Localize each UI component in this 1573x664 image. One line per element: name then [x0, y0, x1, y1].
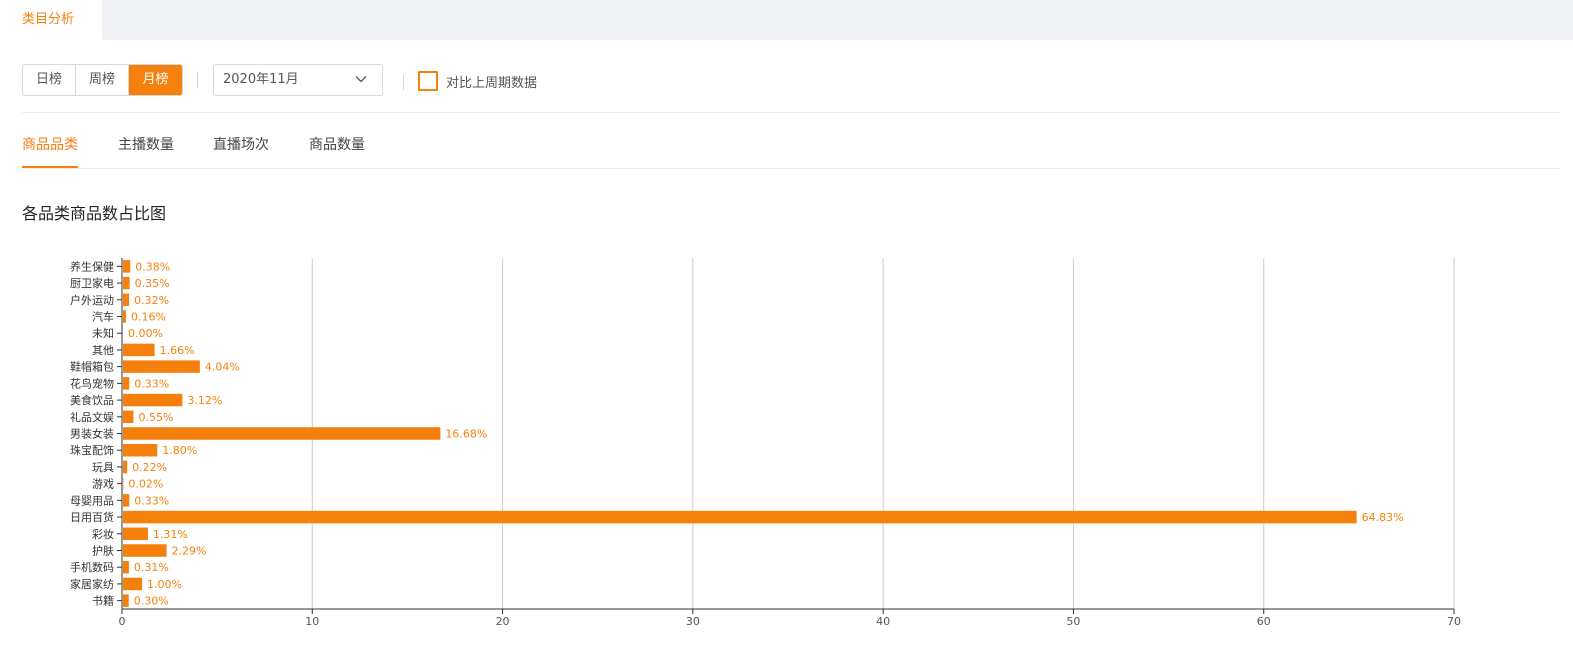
x-tick-label: 70	[1447, 615, 1461, 628]
category-label: 户外运动	[70, 293, 114, 307]
bar	[123, 460, 128, 474]
tab-anchor-count[interactable]: 主播数量	[118, 134, 174, 154]
category-label: 未知	[92, 326, 114, 340]
x-tick-label: 30	[686, 615, 700, 628]
value-label: 0.00%	[128, 327, 163, 340]
bar	[123, 510, 1357, 524]
category-label: 美食饮品	[70, 393, 114, 407]
bar	[123, 393, 183, 407]
bar	[123, 443, 158, 457]
value-label: 0.32%	[134, 294, 169, 307]
monthly-rank-button[interactable]: 月榜	[129, 65, 182, 95]
bar	[123, 310, 127, 323]
value-label: 0.38%	[135, 260, 170, 273]
daily-rank-button[interactable]: 日榜	[23, 65, 76, 95]
value-label: 64.83%	[1362, 511, 1404, 524]
category-label: 书籍	[92, 594, 114, 608]
divider	[22, 168, 1560, 169]
bar	[123, 594, 129, 607]
weekly-rank-button[interactable]: 周榜	[76, 65, 129, 95]
value-label: 2.29%	[172, 545, 207, 558]
x-tick-label: 60	[1257, 615, 1271, 628]
bar	[123, 343, 155, 357]
bar	[123, 544, 167, 557]
value-label: 1.80%	[162, 444, 197, 457]
value-label: 0.35%	[135, 277, 170, 290]
bar	[123, 494, 130, 507]
tab-product-category[interactable]: 商品品类	[22, 134, 78, 154]
bar	[123, 276, 130, 290]
bar	[123, 260, 131, 273]
value-label: 0.30%	[134, 595, 169, 608]
value-label: 0.22%	[132, 461, 167, 474]
bar	[123, 360, 200, 373]
value-label: 3.12%	[187, 394, 222, 407]
x-tick-label: 50	[1066, 615, 1080, 628]
x-tick-label: 0	[119, 615, 126, 628]
bar	[123, 377, 130, 390]
value-label: 0.33%	[134, 377, 169, 390]
bar	[123, 527, 148, 541]
chevron-down-icon	[355, 76, 367, 83]
divider	[22, 112, 1560, 113]
value-label: 16.68%	[445, 428, 487, 441]
tab-live-sessions[interactable]: 直播场次	[213, 134, 269, 154]
category-share-bar-chart: 0 10 20 30 40 50 60 70 养生保健 0.38% 厨卫家电 0.35% 户外运动 0.3…	[70, 258, 1461, 628]
chart-title: 各品类商品数占比图	[22, 204, 167, 223]
category-label: 玩具	[92, 461, 114, 474]
bar	[123, 293, 130, 307]
x-tick-label: 40	[876, 615, 890, 628]
bar	[123, 560, 129, 574]
category-label: 护肤	[92, 544, 114, 558]
category-label: 彩妆	[92, 528, 114, 541]
value-label: 1.66%	[160, 344, 195, 357]
value-label: 0.33%	[134, 494, 169, 507]
category-label: 花鸟宠物	[70, 376, 114, 390]
month-select[interactable]: 2020年11月	[213, 64, 383, 96]
value-label: 4.04%	[205, 361, 240, 374]
bar	[123, 427, 441, 440]
value-label: 0.16%	[131, 311, 166, 324]
compare-checkbox[interactable]	[418, 71, 438, 91]
bar	[123, 577, 143, 591]
tab-product-count[interactable]: 商品数量	[309, 134, 365, 154]
x-tick-label: 20	[496, 615, 510, 628]
category-label: 手机数码	[70, 560, 114, 574]
category-label: 养生保健	[70, 259, 114, 273]
value-label: 0.02%	[128, 478, 163, 491]
top-tab-bar: 类目分析	[0, 0, 1573, 40]
category-label: 汽车	[92, 310, 114, 324]
value-label: 1.00%	[147, 578, 182, 591]
category-label: 珠宝配饰	[70, 443, 114, 457]
category-label: 游戏	[92, 478, 114, 491]
bar	[123, 410, 134, 424]
value-label: 1.31%	[153, 528, 188, 541]
period-toggle: 日榜 周榜 月榜	[22, 64, 183, 96]
tab-category-analysis[interactable]: 类目分析	[0, 0, 102, 40]
category-label: 其他	[92, 344, 114, 357]
divider	[197, 72, 198, 88]
compare-label: 对比上周期数据	[446, 75, 538, 91]
category-label: 厨卫家电	[70, 276, 114, 290]
month-select-value: 2020年11月	[223, 72, 299, 87]
value-label: 0.55%	[138, 411, 173, 424]
category-label: 男装女装	[70, 427, 114, 441]
value-label: 0.31%	[134, 561, 169, 574]
category-label: 礼品文娱	[70, 410, 114, 424]
divider	[403, 74, 404, 90]
category-label: 母婴用品	[70, 494, 114, 507]
category-label: 日用百货	[70, 510, 114, 524]
category-label: 鞋帽箱包	[70, 360, 114, 374]
category-label: 家居家纺	[70, 577, 114, 591]
compare-previous-toggle[interactable]: 对比上周期数据	[418, 71, 537, 91]
x-tick-label: 10	[305, 615, 319, 628]
